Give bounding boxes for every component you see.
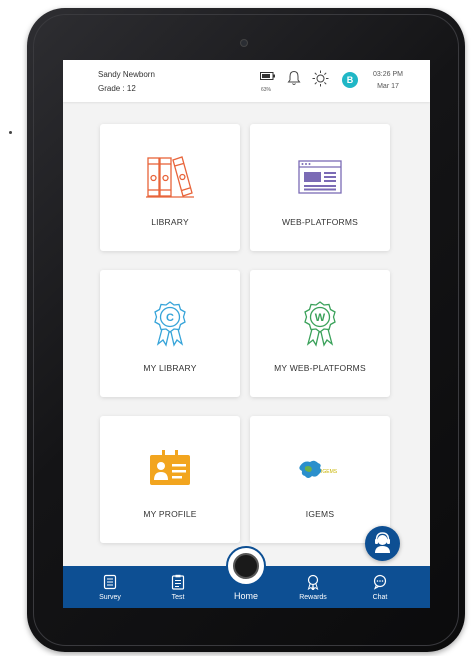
tile-igems[interactable]: IGEMS IGEMS (250, 416, 390, 543)
battery-percent: 63% (261, 87, 272, 93)
web-page-icon (298, 160, 342, 194)
support-agent-button[interactable] (365, 526, 400, 561)
tile-my-profile[interactable]: MY PROFILE (100, 416, 240, 543)
svg-text:W: W (315, 312, 326, 324)
chat-icon (373, 574, 387, 590)
tile-label: MY WEB-PLATFORMS (274, 363, 366, 373)
tile-label: IGEMS (305, 509, 335, 519)
user-name: Sandy Newborn (98, 70, 155, 79)
nav-label: Survey (99, 594, 121, 601)
tile-label: WEB-PLATFORMS (281, 217, 359, 227)
tile-label: LIBRARY (151, 217, 189, 227)
nav-label: Chat (372, 594, 388, 601)
stray-dot (9, 131, 12, 134)
nav-survey[interactable]: Survey (85, 566, 135, 608)
clock-time: 03:26 PM (373, 71, 403, 78)
user-avatar[interactable]: B (342, 72, 358, 88)
nav-home-label: Home (233, 591, 258, 601)
binders-icon (146, 156, 194, 198)
award-w-icon: W (304, 301, 336, 347)
user-grade: Grade : 12 (98, 84, 136, 93)
bell-icon[interactable] (287, 70, 301, 86)
battery-icon (260, 72, 275, 80)
id-card-icon (150, 450, 190, 485)
tile-my-web-platforms[interactable]: W MY WEB-PLATFORMS (250, 270, 390, 397)
app-screen: Sandy Newborn Grade : 12 63% B 03:26 PM … (63, 60, 430, 608)
nav-chat[interactable]: Chat (355, 566, 405, 608)
nav-rewards[interactable]: Rewards (288, 566, 338, 608)
tile-label: MY PROFILE (143, 509, 197, 519)
header-bar: Sandy Newborn Grade : 12 63% B 03:26 PM … (63, 60, 430, 102)
brightness-icon[interactable] (312, 70, 329, 87)
tile-label: MY LIBRARY (143, 363, 197, 373)
tile-web-platforms[interactable]: WEB-PLATFORMS (250, 124, 390, 251)
home-icon (233, 553, 259, 579)
survey-icon (103, 574, 117, 590)
rewards-icon (307, 574, 319, 590)
tile-my-library[interactable]: C MY LIBRARY (100, 270, 240, 397)
front-camera (241, 40, 247, 46)
tile-library[interactable]: LIBRARY (100, 124, 240, 251)
svg-text:C: C (166, 312, 174, 324)
support-agent-icon (375, 532, 390, 553)
test-icon (171, 574, 185, 590)
nav-test[interactable]: Test (153, 566, 203, 608)
clock-date: Mar 17 (377, 83, 399, 90)
nav-label: Rewards (299, 594, 327, 601)
svg-text:IGEMS: IGEMS (321, 469, 338, 475)
nav-label: Test (171, 594, 185, 601)
igems-logo: IGEMS (299, 460, 338, 478)
award-c-icon: C (154, 301, 186, 347)
nav-home-button[interactable] (226, 546, 266, 586)
